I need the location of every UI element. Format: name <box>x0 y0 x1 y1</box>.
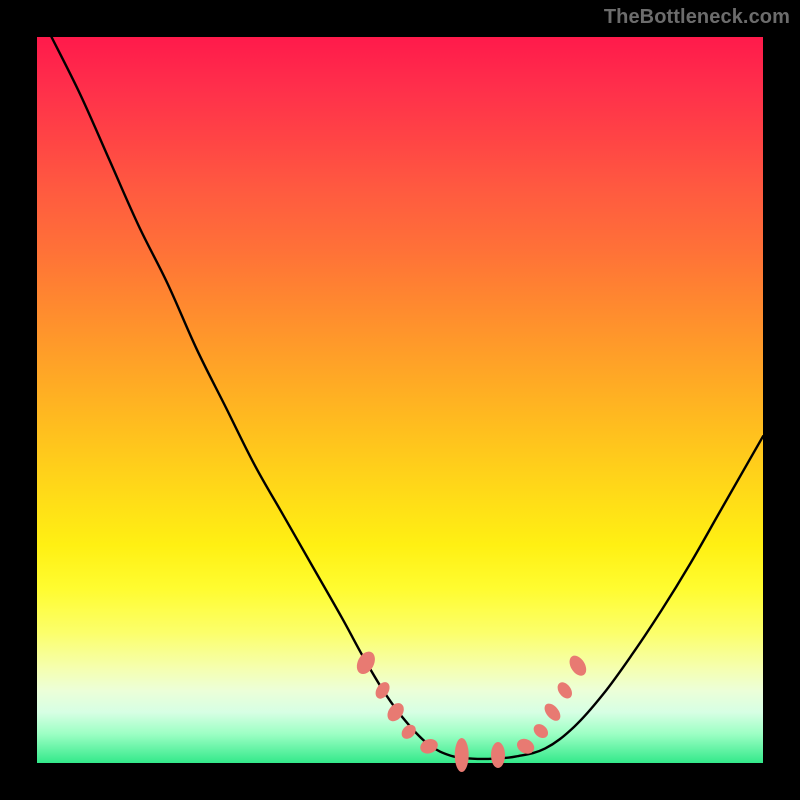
bead <box>555 680 575 702</box>
bead <box>531 721 551 741</box>
bead <box>455 738 469 772</box>
bead <box>353 648 378 677</box>
bead <box>541 701 563 724</box>
bead <box>566 653 590 679</box>
plot-area <box>37 37 763 763</box>
chart-svg <box>37 37 763 763</box>
watermark-text: TheBottleneck.com <box>604 6 790 29</box>
curve-beads <box>353 648 589 772</box>
bottleneck-curve <box>52 37 763 759</box>
chart-frame: TheBottleneck.com <box>0 0 800 800</box>
bead <box>491 742 505 768</box>
